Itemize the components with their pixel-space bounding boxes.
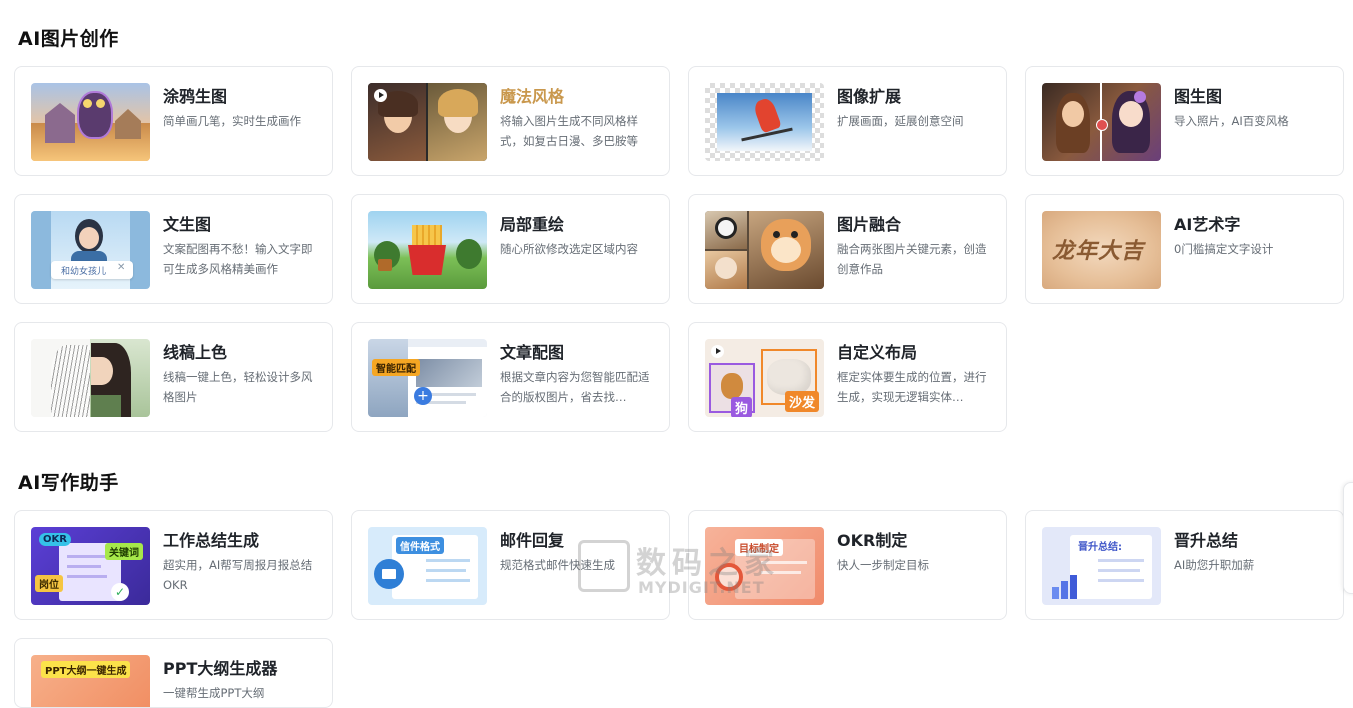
mail-tag: 信件格式 [396,537,444,554]
art-text: 龙年大吉 [1052,238,1145,264]
card-title: 文生图 [163,215,212,234]
card-title: AI艺术字 [1174,215,1241,234]
card-title: 工作总结生成 [163,531,260,550]
card-art-text[interactable]: 龙年大吉 AI艺术字 0门槛搞定文字设计 [1025,194,1344,304]
card-image-extend[interactable]: 图像扩展 扩展画面，延展创意空间 [688,66,1007,176]
dog-tag: 狗 [731,397,753,417]
card-desc: 框定实体要生成的位置，进行生成，实现无逻辑实体… [837,370,987,404]
card-title: 涂鸦生图 [163,87,228,106]
image-fusion-thumbnail [705,211,824,289]
card-desc: 超实用，AI帮写周报月报总结OKR [163,558,313,592]
card-desc: 融合两张图片关键元素，创造创意作品 [837,242,987,276]
card-desc: 导入照片，AI百变风格 [1174,114,1289,128]
promotion-thumbnail: 晋升总结: [1042,527,1161,605]
play-icon [711,345,724,358]
dog-figure [721,373,743,399]
card-desc: 简单画几笔，实时生成画作 [163,114,301,128]
keyword-tag: 关键词 [105,543,143,560]
play-icon [374,89,387,102]
watermark-text: 数码之家 [636,546,780,581]
card-title: 局部重绘 [500,215,565,234]
card-title: 晋升总结 [1174,531,1239,550]
card-work-summary[interactable]: OKR 关键词 岗位 ✓ 工作总结生成 超实用，AI帮写周报月报总结OKR [14,510,333,620]
mail-reply-thumbnail: 信件格式 [368,527,487,605]
card-inpaint[interactable]: 局部重绘 随心所欲修改选定区域内容 [351,194,670,304]
card-title: 魔法风格 [500,87,565,106]
card-title: OKR制定 [837,531,908,550]
ppt-outline-thumbnail: PPT大纲一键生成 [31,655,150,707]
card-desc: AI助您升职加薪 [1174,558,1255,572]
side-panel-handle[interactable] [1343,482,1353,594]
card-desc: 将输入图片生成不同风格样式，如复古日漫、多巴胺等 [500,114,638,148]
card-custom-layout[interactable]: 狗 沙发 自定义布局 框定实体要生成的位置，进行生成，实现无逻辑实体… [688,322,1007,432]
work-summary-thumbnail: OKR 关键词 岗位 ✓ [31,527,150,605]
input-tag: 和幼女孩儿 [61,267,107,277]
watermark-url: MYDIGIT.NET [638,578,765,597]
ppt-tag: PPT大纲一键生成 [41,661,131,678]
add-icon: + [414,387,432,405]
section-title-writing: AI写作助手 [18,472,119,494]
card-line-color[interactable]: 线稿上色 线稿一键上色，轻松设计多风格图片 [14,322,333,432]
doodle-thumbnail [31,83,150,161]
card-title: 邮件回复 [500,531,565,550]
sofa-figure [767,359,811,395]
card-desc: 0门槛搞定文字设计 [1174,242,1274,256]
card-desc: 线稿一键上色，轻松设计多风格图片 [163,370,313,404]
promo-tag: 晋升总结: [1078,542,1122,553]
img2img-thumbnail [1042,83,1161,161]
card-desc: 文案配图再不愁！输入文字即可生成多风格精美画作 [163,242,313,276]
card-promotion[interactable]: 晋升总结: 晋升总结 AI助您升职加薪 [1025,510,1344,620]
card-article-image[interactable]: 智能匹配 + 文章配图 根据文章内容为您智能匹配适合的版权图片，省去找… [351,322,670,432]
card-doodle[interactable]: 涂鸦生图 简单画几笔，实时生成画作 [14,66,333,176]
card-text2img[interactable]: 和幼女孩儿 ✕ 文生图 文案配图再不愁！输入文字即可生成多风格精美画作 [14,194,333,304]
card-image-fusion[interactable]: 图片融合 融合两张图片关键元素，创造创意作品 [688,194,1007,304]
magic-style-thumbnail [368,83,487,161]
check-icon: ✓ [111,583,129,601]
card-desc: 扩展画面，延展创意空间 [837,114,964,128]
card-title: 自定义布局 [837,343,918,362]
sofa-tag: 沙发 [785,391,820,412]
card-title: 文章配图 [500,343,565,362]
card-ppt-outline[interactable]: PPT大纲一键生成 PPT大纲生成器 一键帮生成PPT大纲 [14,638,333,708]
okr-tag: OKR [39,533,71,546]
card-title: 图片融合 [837,215,902,234]
mail-icon [374,559,404,589]
section-title-image: AI图片创作 [18,28,119,50]
owl-figure [77,91,113,139]
image-extend-thumbnail [705,83,824,161]
card-img2img[interactable]: 图生图 导入照片，AI百变风格 [1025,66,1344,176]
card-magic-style[interactable]: 魔法风格 将输入图片生成不同风格样式，如复古日漫、多巴胺等 [351,66,670,176]
watermark-logo-icon [578,540,630,592]
text2img-thumbnail: 和幼女孩儿 ✕ [31,211,150,289]
growth-chart-icon [1052,567,1082,599]
card-title: PPT大纲生成器 [163,659,278,678]
custom-layout-thumbnail: 狗 沙发 [705,339,824,417]
card-desc: 随心所欲修改选定区域内容 [500,242,638,256]
card-title: 图生图 [1174,87,1223,106]
match-tag: 智能匹配 [372,359,420,376]
close-icon: ✕ [117,262,126,273]
card-desc: 根据文章内容为您智能匹配适合的版权图片，省去找… [500,370,650,404]
article-image-thumbnail: 智能匹配 + [368,339,487,417]
card-title: 图像扩展 [837,87,902,106]
card-desc: 快人一步制定目标 [837,558,929,572]
card-desc: 一键帮生成PPT大纲 [163,686,265,700]
art-text-thumbnail: 龙年大吉 [1042,211,1161,289]
card-title: 线稿上色 [163,343,228,362]
inpaint-thumbnail [368,211,487,289]
line-color-thumbnail [31,339,150,417]
position-tag: 岗位 [35,575,63,592]
